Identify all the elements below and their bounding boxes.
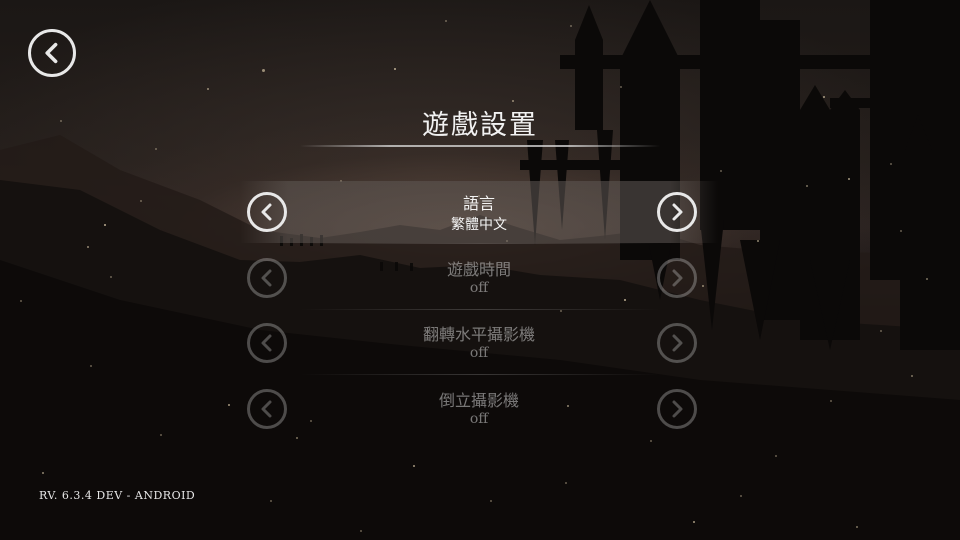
setting-name: 遊戲時間 bbox=[446, 260, 511, 279]
chevron-right-icon bbox=[672, 269, 683, 287]
ember-particle bbox=[228, 404, 230, 406]
ember-particle bbox=[110, 276, 112, 278]
setting-value: off bbox=[469, 411, 489, 427]
next-option-button[interactable] bbox=[657, 323, 697, 363]
ember-particle bbox=[830, 400, 832, 402]
next-option-button[interactable] bbox=[657, 389, 697, 429]
ember-particle bbox=[445, 20, 447, 22]
setting-value: 繁體中文 bbox=[451, 217, 507, 233]
ember-particle bbox=[512, 100, 514, 102]
setting-name: 語言 bbox=[462, 194, 495, 213]
ember-particle bbox=[757, 240, 759, 242]
ember-particle bbox=[20, 300, 22, 302]
chevron-left-icon bbox=[45, 42, 58, 64]
ember-particle bbox=[360, 530, 362, 532]
ember-particle bbox=[900, 230, 902, 232]
page-title: 遊戲設置 bbox=[422, 110, 538, 141]
ember-particle bbox=[565, 482, 567, 484]
setting-name: 翻轉水平攝影機 bbox=[422, 325, 535, 344]
ember-particle bbox=[207, 88, 209, 90]
ember-particle bbox=[856, 526, 858, 528]
ember-particle bbox=[890, 163, 892, 165]
ember-particle bbox=[570, 25, 572, 27]
ember-particle bbox=[87, 246, 89, 248]
ember-particle bbox=[911, 375, 913, 377]
ember-particle bbox=[262, 69, 265, 72]
setting-name: 倒立攝影機 bbox=[438, 391, 519, 410]
next-option-button[interactable] bbox=[657, 192, 697, 232]
version-label: RV. 6.3.4 DEV - ANDROID bbox=[39, 489, 196, 502]
next-option-button[interactable] bbox=[657, 258, 697, 298]
ember-particle bbox=[104, 224, 106, 226]
ember-particle bbox=[806, 185, 808, 187]
ember-particle bbox=[823, 96, 825, 98]
title-divider bbox=[300, 145, 660, 147]
setting-row-language: 語言 繁體中文 bbox=[240, 181, 718, 244]
ember-particle bbox=[42, 472, 44, 474]
ember-particle bbox=[140, 200, 142, 202]
ember-particle bbox=[880, 330, 882, 332]
back-button[interactable] bbox=[28, 29, 76, 77]
ember-particle bbox=[775, 455, 777, 457]
row-divider bbox=[300, 374, 660, 375]
ember-particle bbox=[490, 500, 492, 502]
ember-particle bbox=[413, 465, 415, 467]
chevron-right-icon bbox=[672, 203, 683, 221]
ember-particle bbox=[270, 500, 272, 502]
ember-particle bbox=[620, 86, 622, 88]
ember-particle bbox=[160, 434, 162, 436]
ember-particle bbox=[926, 278, 928, 280]
ember-particle bbox=[60, 120, 62, 122]
ember-particle bbox=[740, 495, 742, 497]
chevron-right-icon bbox=[672, 334, 683, 352]
ember-particle bbox=[650, 440, 652, 442]
ember-particle bbox=[848, 178, 850, 180]
row-divider bbox=[300, 309, 660, 310]
ember-particle bbox=[90, 365, 92, 367]
setting-row-flip-horizontal-camera: 翻轉水平攝影機 off bbox=[240, 312, 718, 375]
setting-value: off bbox=[469, 280, 489, 296]
row-divider bbox=[300, 243, 660, 244]
ember-particle bbox=[693, 521, 695, 523]
setting-row-game-time: 遊戲時間 off bbox=[240, 247, 718, 310]
setting-value: off bbox=[469, 345, 489, 361]
chevron-right-icon bbox=[672, 400, 683, 418]
ember-particle bbox=[155, 148, 157, 150]
ember-particle bbox=[394, 68, 396, 70]
settings-screen: 遊戲設置 語言 繁體中文 遊戲時間 off 翻轉水平攝影機 off 倒立攝影機 … bbox=[0, 0, 960, 540]
setting-row-inverted-camera: 倒立攝影機 off bbox=[240, 378, 718, 440]
ember-particle bbox=[720, 170, 722, 172]
